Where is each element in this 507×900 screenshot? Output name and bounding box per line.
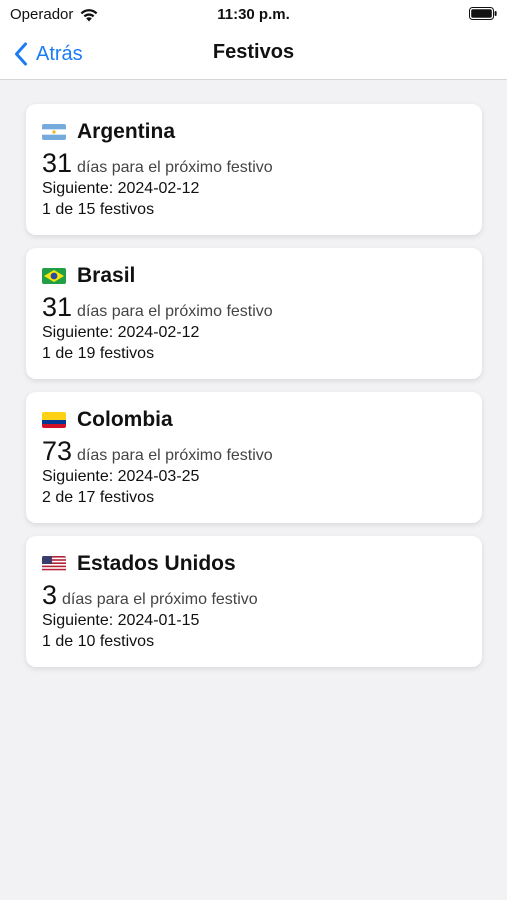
- days-label: días para el próximo festivo: [77, 447, 273, 464]
- colombia-flag-icon: [42, 412, 66, 428]
- days-row: 31 días para el próximo festivo: [42, 292, 466, 322]
- country-card-estados-unidos[interactable]: Estados Unidos 3 días para el próximo fe…: [26, 536, 482, 667]
- battery-icon: [469, 7, 497, 20]
- next-holiday-date: Siguiente: 2024-02-12: [42, 324, 200, 341]
- country-name: Brasil: [77, 264, 136, 287]
- brazil-flag-icon: [42, 268, 66, 284]
- days-count: 31: [42, 292, 73, 322]
- days-label: días para el próximo festivo: [77, 303, 273, 320]
- days-row: 3 días para el próximo festivo: [42, 580, 466, 610]
- page-title: Festivos: [212, 41, 295, 63]
- screen: Operador 11:30 p.m. Atrás Festivos Argen…: [0, 0, 507, 900]
- card-header: Argentina: [42, 118, 466, 146]
- days-row: 73 días para el próximo festivo: [42, 436, 466, 466]
- days-label: días para el próximo festivo: [77, 159, 273, 176]
- next-holiday-date: Siguiente: 2024-01-15: [42, 612, 200, 629]
- holiday-count: 2 de 17 festivos: [42, 489, 155, 506]
- card-header: Brasil: [42, 262, 466, 290]
- country-name: Argentina: [77, 120, 176, 143]
- country-card-colombia[interactable]: Colombia 73 días para el próximo festivo…: [26, 392, 482, 523]
- country-name: Estados Unidos: [77, 552, 236, 575]
- card-header: Colombia: [42, 406, 466, 434]
- next-holiday-date: Siguiente: 2024-02-12: [42, 180, 200, 197]
- holiday-count: 1 de 19 festivos: [42, 345, 155, 362]
- argentina-flag-icon: [42, 124, 66, 140]
- status-bar: Operador 11:30 p.m.: [0, 0, 507, 28]
- navigation-bar: Atrás Festivos: [0, 28, 507, 80]
- status-time: 11:30 p.m.: [217, 6, 290, 23]
- days-label: días para el próximo festivo: [62, 591, 258, 608]
- country-card-argentina[interactable]: Argentina 31 días para el próximo festiv…: [26, 104, 482, 235]
- days-count: 31: [42, 148, 73, 178]
- next-holiday-date: Siguiente: 2024-03-25: [42, 468, 200, 485]
- country-name: Colombia: [77, 408, 173, 431]
- card-header: Estados Unidos: [42, 550, 466, 578]
- days-count: 3: [42, 580, 58, 610]
- holiday-count: 1 de 15 festivos: [42, 201, 155, 218]
- days-count: 73: [42, 436, 73, 466]
- days-row: 31 días para el próximo festivo: [42, 148, 466, 178]
- usa-flag-icon: [42, 556, 66, 572]
- holiday-count: 1 de 10 festivos: [42, 633, 155, 650]
- country-card-brasil[interactable]: Brasil 31 días para el próximo festivo S…: [26, 248, 482, 379]
- holiday-country-list: Argentina 31 días para el próximo festiv…: [26, 104, 482, 680]
